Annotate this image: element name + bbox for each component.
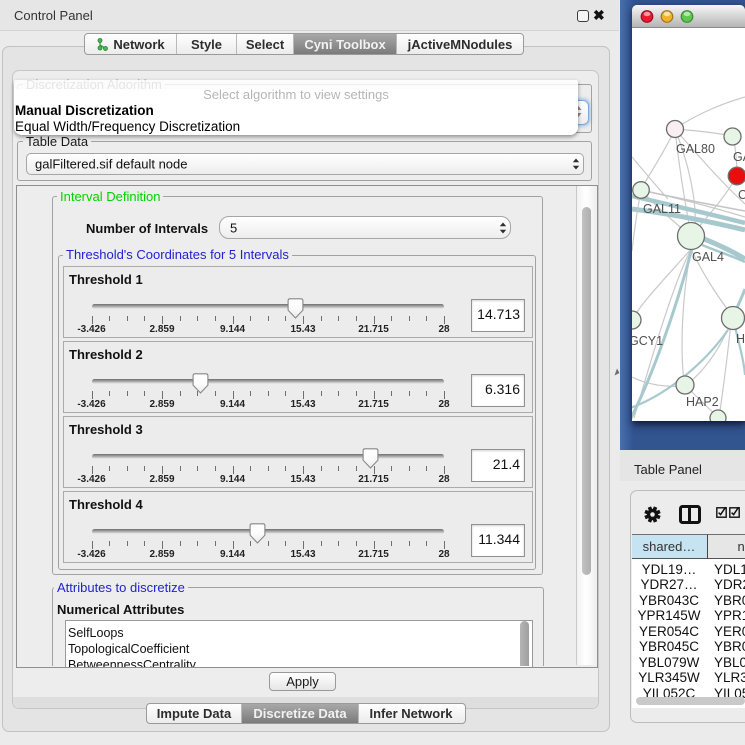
svg-text:H: H [736, 332, 745, 346]
svg-text:C: C [738, 188, 745, 202]
svg-text:GAL80: GAL80 [676, 142, 715, 156]
svg-text:HAP2: HAP2 [686, 395, 719, 409]
svg-text:GCY1: GCY1 [632, 334, 663, 348]
svg-text:GA: GA [733, 150, 745, 164]
svg-text:GAL11: GAL11 [643, 202, 681, 216]
svg-text:GAL4: GAL4 [692, 250, 724, 264]
